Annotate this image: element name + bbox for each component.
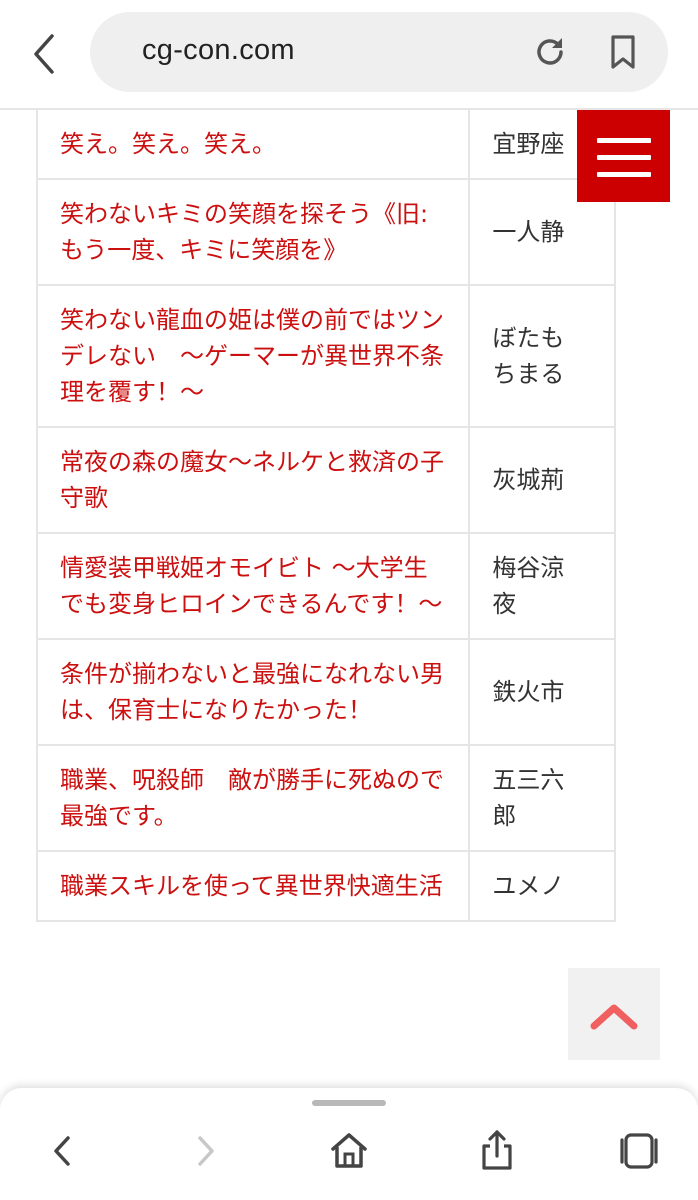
bookmark-icon[interactable] — [608, 34, 638, 70]
author-name: 梅谷涼夜 — [492, 554, 565, 618]
title-link[interactable]: 職業スキルを使って異世界快適生活 — [35, 850, 471, 922]
url-text: cg-con.com — [142, 34, 295, 66]
author-name: 宜野座 — [492, 130, 565, 158]
table-row: 笑わない龍血の姫は僕の前ではツンデレない 〜ゲーマーが異世界不条理を覆す！〜 ぼ… — [35, 284, 616, 428]
reload-icon[interactable] — [532, 34, 568, 70]
table-row: 笑わないキミの笑顔を探そう《旧:もう一度、キミに笑顔を》 一人静 — [35, 178, 616, 286]
scroll-to-top-button[interactable] — [568, 968, 660, 1060]
author-name: 灰城荊 — [492, 466, 565, 494]
table-row: 笑え。笑え。笑え。 宜野座 — [35, 110, 616, 180]
title-link[interactable]: 常夜の森の魔女〜ネルケと救済の子守歌 — [35, 426, 471, 534]
back-icon[interactable] — [40, 1126, 90, 1176]
browser-toolbar — [0, 1088, 698, 1200]
table-row: 職業スキルを使って異世界快適生活 ユメノ — [35, 850, 616, 922]
title-link[interactable]: 笑え。笑え。笑え。 — [35, 110, 471, 180]
back-arrow-icon[interactable] — [26, 30, 66, 78]
table-row: 情愛装甲戦姫オモイビト 〜大学生でも変身ヒロインできるんです！〜 梅谷涼夜 — [35, 532, 616, 640]
title-link[interactable]: 笑わないキミの笑顔を探そう《旧:もう一度、キミに笑顔を》 — [35, 178, 471, 286]
author-name: 五三六郎 — [492, 766, 565, 830]
title-link[interactable]: 条件が揃わないと最強になれない男は、保育士になりたかった！ — [35, 638, 471, 746]
author-name: 一人静 — [492, 218, 565, 246]
drag-handle[interactable] — [312, 1100, 386, 1106]
menu-bar-icon — [597, 172, 651, 177]
url-bar[interactable]: cg-con.com — [90, 12, 668, 92]
share-icon[interactable] — [472, 1126, 522, 1176]
author-name: ユメノ — [492, 872, 565, 900]
menu-bar-icon — [597, 138, 651, 143]
forward-icon[interactable] — [180, 1126, 230, 1176]
title-list: 笑え。笑え。笑え。 宜野座 笑わないキミの笑顔を探そう《旧:もう一度、キミに笑顔… — [0, 110, 698, 1090]
author-name: 鉄火市 — [492, 678, 565, 706]
title-link[interactable]: 情愛装甲戦姫オモイビト 〜大学生でも変身ヒロインできるんです！〜 — [35, 532, 471, 640]
title-link[interactable]: 笑わない龍血の姫は僕の前ではツンデレない 〜ゲーマーが異世界不条理を覆す！〜 — [35, 284, 471, 428]
hamburger-menu-button[interactable] — [577, 110, 670, 202]
browser-address-area: cg-con.com — [0, 0, 698, 110]
table-row: 職業、呪殺師 敵が勝手に死ぬので最強です。 五三六郎 — [35, 744, 616, 852]
browser-screen: cg-con.com 笑え。笑え。笑え。 宜野座 笑わないキミの笑顔を探そう《旧… — [0, 0, 698, 1200]
chevron-up-icon — [590, 1004, 638, 1030]
table-row: 条件が揃わないと最強になれない男は、保育士になりたかった！ 鉄火市 — [35, 638, 616, 746]
tabs-icon[interactable] — [614, 1126, 664, 1176]
table-row: 常夜の森の魔女〜ネルケと救済の子守歌 灰城荊 — [35, 426, 616, 534]
menu-bar-icon — [597, 155, 651, 160]
home-icon[interactable] — [324, 1126, 374, 1176]
author-name: ぼたもちまる — [492, 324, 565, 388]
title-link[interactable]: 職業、呪殺師 敵が勝手に死ぬので最強です。 — [35, 744, 471, 852]
titles-table: 笑え。笑え。笑え。 宜野座 笑わないキミの笑顔を探そう《旧:もう一度、キミに笑顔… — [35, 110, 616, 922]
